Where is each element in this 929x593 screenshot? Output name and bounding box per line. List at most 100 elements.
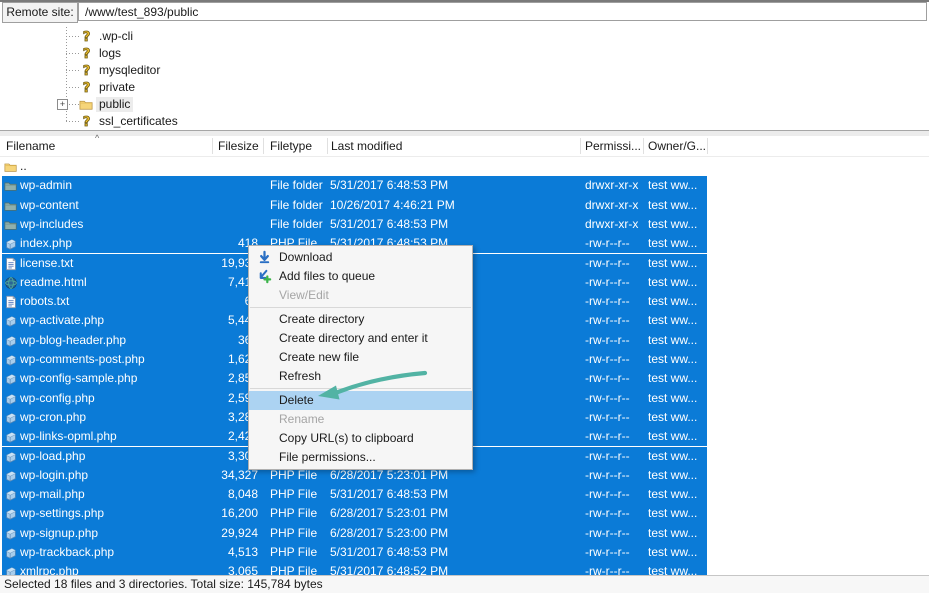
file-permissions: -rw-r--r--	[585, 524, 645, 543]
file-owner: test ww...	[648, 369, 706, 388]
file-name: wp-blog-header.php	[20, 331, 150, 350]
html-icon	[4, 276, 18, 290]
menu-item-file-permissions[interactable]: File permissions...	[249, 448, 472, 467]
column-divider[interactable]	[263, 138, 264, 154]
file-permissions: -rw-r--r--	[585, 408, 645, 427]
menu-item-delete[interactable]: Delete	[249, 391, 472, 410]
file-owner: test ww...	[648, 196, 706, 215]
column-divider[interactable]	[643, 138, 644, 154]
menu-separator	[250, 388, 471, 389]
php-icon	[4, 353, 18, 367]
file-type: File folder	[270, 215, 328, 234]
menu-item-create-new-file[interactable]: Create new file	[249, 348, 472, 367]
tree-expand-icon[interactable]: +	[57, 99, 68, 110]
file-modified: 6/28/2017 5:23:00 PM	[330, 524, 490, 543]
menu-item-create-directory-and-enter-it[interactable]: Create directory and enter it	[249, 329, 472, 348]
file-size: 5,447	[152, 311, 258, 330]
menu-item-create-directory[interactable]: Create directory	[249, 310, 472, 329]
menu-item-label: File permissions...	[279, 450, 376, 464]
column-header-filetype[interactable]: Filetype	[270, 136, 312, 156]
menu-item-copy-url-s-to-clipboard[interactable]: Copy URL(s) to clipboard	[249, 429, 472, 448]
menu-item-download[interactable]: Download	[249, 248, 472, 267]
tree-connector-stub	[66, 87, 79, 88]
filezilla-remote-pane: Remote site: /www/test_893/public ?.wp-c…	[0, 0, 929, 593]
file-size: 67	[152, 292, 258, 311]
file-owner: test ww...	[648, 427, 706, 446]
unknown-folder-icon: ?	[79, 63, 94, 78]
file-permissions: -rw-r--r--	[585, 389, 645, 408]
add-queue-arrow-icon	[257, 269, 272, 284]
file-size	[152, 196, 258, 215]
menu-item-label: Create directory	[279, 312, 364, 326]
file-name: ..	[20, 157, 150, 176]
remote-site-label: Remote site:	[2, 2, 78, 23]
file-owner: test ww...	[648, 408, 706, 427]
menu-item-label: Download	[279, 250, 332, 264]
tree-item-logs[interactable]: ? logs	[0, 45, 929, 62]
tree-item-public[interactable]: +public	[0, 96, 929, 113]
tree-item-.wp-cli[interactable]: ?.wp-cli	[0, 28, 929, 45]
file-size: 2,598	[152, 389, 258, 408]
folder-dir-icon	[4, 199, 18, 213]
menu-item-label: View/Edit	[279, 288, 329, 302]
column-header-filesize[interactable]: Filesize	[218, 136, 256, 156]
column-header-permissions[interactable]: Permissi...	[585, 136, 641, 156]
file-row-wp-admin[interactable]: wp-adminFile folder5/31/2017 6:48:53 PMd…	[2, 176, 707, 195]
file-name: wp-content	[20, 196, 150, 215]
column-header-modified[interactable]: Last modified	[331, 136, 402, 156]
file-type: PHP File	[270, 504, 328, 523]
tree-item-private[interactable]: ?private	[0, 79, 929, 96]
php-icon	[4, 411, 18, 425]
file-permissions: -rw-r--r--	[585, 504, 645, 523]
file-size: 8,048	[152, 485, 258, 504]
menu-item-rename: Rename	[249, 410, 472, 429]
menu-item-refresh[interactable]: Refresh	[249, 367, 472, 386]
file-size: 16,200	[152, 504, 258, 523]
file-size	[152, 215, 258, 234]
file-name: wp-settings.php	[20, 504, 150, 523]
file-type: File folder	[270, 176, 328, 195]
file-name: robots.txt	[20, 292, 150, 311]
file-name: wp-includes	[20, 215, 150, 234]
tree-item-label: logs	[96, 46, 124, 61]
file-size: 4,513	[152, 543, 258, 562]
folder-dir-icon	[4, 218, 18, 232]
column-divider[interactable]	[212, 138, 213, 154]
svg-text:?: ?	[83, 47, 91, 61]
file-size: 34,327	[152, 466, 258, 485]
file-name: wp-signup.php	[20, 524, 150, 543]
file-row-wp-settings.php[interactable]: wp-settings.php16,200PHP File6/28/2017 5…	[2, 504, 707, 523]
php-icon	[4, 565, 18, 575]
menu-item-label: Rename	[279, 412, 324, 426]
file-row-wp-content[interactable]: wp-contentFile folder10/26/2017 4:46:21 …	[2, 196, 707, 215]
column-header-owner[interactable]: Owner/G...	[648, 136, 706, 156]
column-divider[interactable]	[327, 138, 328, 154]
tree-item-label: mysqleditor	[96, 63, 163, 78]
tree-item-mysqleditor[interactable]: ?mysqleditor	[0, 62, 929, 79]
tree-connector-stub	[66, 36, 79, 37]
file-row-wp-signup.php[interactable]: wp-signup.php29,924PHP File6/28/2017 5:2…	[2, 524, 707, 543]
tree-connector-stub	[66, 53, 79, 54]
file-permissions: -rw-r--r--	[585, 292, 645, 311]
file-name: license.txt	[20, 254, 150, 273]
remote-site-path-input[interactable]: /www/test_893/public	[78, 2, 927, 21]
sort-asc-icon: ^	[95, 133, 99, 143]
unknown-folder-icon: ?	[79, 80, 94, 95]
menu-item-label: Delete	[279, 393, 314, 407]
file-size: 2,853	[152, 369, 258, 388]
file-row-..[interactable]: ..	[2, 157, 707, 176]
file-row-xmlrpc.php[interactable]: xmlrpc.php3,065PHP File5/31/2017 6:48:52…	[2, 562, 707, 575]
tree-item-ssl_certificates[interactable]: ?ssl_certificates	[0, 113, 929, 130]
file-row-wp-trackback.php[interactable]: wp-trackback.php4,513PHP File5/31/2017 6…	[2, 543, 707, 562]
status-bar: Selected 18 files and 3 directories. Tot…	[0, 575, 929, 593]
column-divider[interactable]	[707, 138, 708, 154]
file-row-wp-mail.php[interactable]: wp-mail.php8,048PHP File5/31/2017 6:48:5…	[2, 485, 707, 504]
file-permissions: -rw-r--r--	[585, 350, 645, 369]
tree-connector-stub	[66, 70, 79, 71]
column-divider[interactable]	[580, 138, 581, 154]
file-row-wp-includes[interactable]: wp-includesFile folder5/31/2017 6:48:53 …	[2, 215, 707, 234]
column-header-filename[interactable]: Filename	[6, 136, 55, 156]
txt-icon	[4, 295, 18, 309]
menu-item-add-files-to-queue[interactable]: Add files to queue	[249, 267, 472, 286]
folder-yellow-icon	[4, 160, 18, 174]
